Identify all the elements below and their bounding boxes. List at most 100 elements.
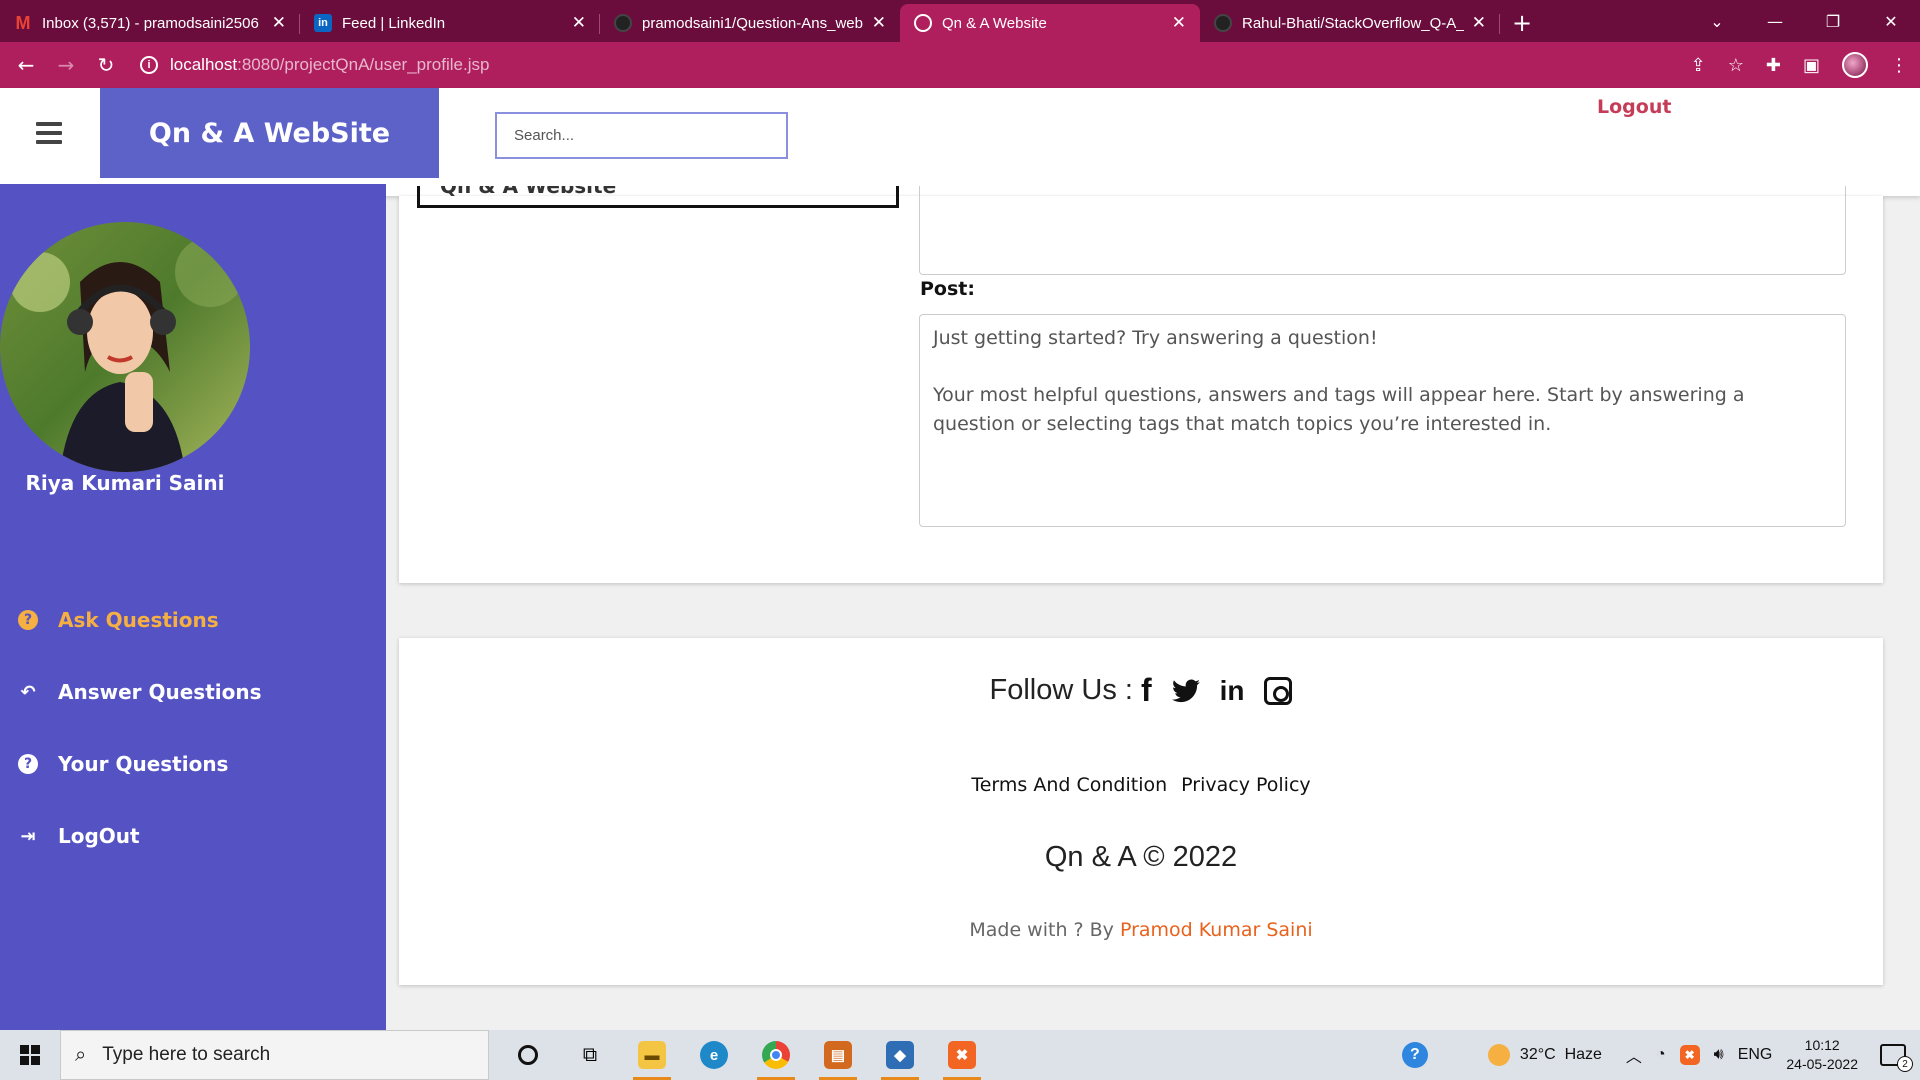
tab-title: Qn & A Website [942,14,1047,32]
close-icon[interactable]: ✕ [1472,13,1486,33]
site-footer: Follow Us : f in Terms And Condition Pri… [399,638,1883,985]
browser-tab[interactable]: in Feed | LinkedIn ✕ [300,4,600,42]
reply-icon: ↶ [20,681,36,703]
made-with-text: Made with ? By [969,919,1114,941]
user-avatar [0,222,250,472]
sidebar-item-label: LogOut [58,824,140,848]
url-path: :8080/projectQnA/user_profile.jsp [237,55,490,74]
close-icon[interactable]: ✕ [872,13,886,33]
extensions-icon[interactable]: ✚ [1766,55,1781,76]
start-button[interactable] [0,1030,60,1080]
linkedin-icon[interactable]: in [1220,675,1245,707]
window-controls: ⌄ — ❐ ✕ [1688,0,1920,42]
notification-count: 2 [1897,1056,1913,1072]
volume-icon[interactable]: 🔊︎ [1714,1046,1724,1064]
author-link[interactable]: Pramod Kumar Saini [1120,919,1313,941]
hamburger-menu-icon[interactable] [36,122,62,149]
weather-widget[interactable]: 32°C Haze [1487,1044,1602,1066]
file-explorer-icon[interactable]: ▬ [621,1030,683,1080]
xampp-tray-icon[interactable]: ✖ [1679,1045,1700,1065]
profile-avatar[interactable] [1842,52,1868,78]
windows-icon [20,1045,40,1065]
sidebar-item-ask-questions[interactable]: ? Ask Questions [0,584,386,656]
search-icon: ⌕ [75,1043,87,1066]
url-field[interactable]: i localhost:8080/projectQnA/user_profile… [140,55,489,75]
back-arrow-icon[interactable]: ← [6,53,46,77]
close-icon[interactable]: ✕ [1172,13,1186,33]
sidebar-item-label: Answer Questions [58,680,262,704]
sidebar-item-label: Ask Questions [58,608,219,632]
sidebar-item-your-questions[interactable]: ? Your Questions [0,728,386,800]
taskbar: ⌕ Type here to search ⧉ ▬ e ▤ ◆ ✖ ? 32°C… [0,1030,1920,1080]
browser-tab[interactable]: Rahul-Bhati/StackOverflow_Q-A_ ✕ [1200,4,1500,42]
forward-arrow-icon[interactable]: → [46,53,86,77]
post-text-body: Your most helpful questions, answers and… [933,384,1745,435]
tab-search-icon[interactable]: ⌄ [1688,0,1746,42]
browser-tab-bar: M Inbox (3,571) - pramodsaini2506 ✕ in F… [0,0,1920,42]
made-with: Made with ? By Pramod Kumar Saini [399,919,1883,941]
close-icon[interactable]: ✕ [272,13,286,33]
sign-out-icon: ⇥ [20,825,36,847]
tab-title: Inbox (3,571) - pramodsaini2506 [42,14,259,32]
chrome-icon[interactable] [745,1030,807,1080]
xampp-icon[interactable]: ✖ [931,1030,993,1080]
instagram-icon[interactable] [1264,676,1293,705]
cortana-icon[interactable] [497,1030,559,1080]
site-brand[interactable]: Qn & A WebSite [100,88,439,178]
gmail-icon: M [15,12,31,33]
language-indicator[interactable]: ENG [1738,1046,1773,1064]
reload-icon[interactable]: ↻ [86,53,126,77]
browser-tab-active[interactable]: Qn & A Website ✕ [900,4,1200,42]
network-icon[interactable]: ◔ [1656,1046,1666,1064]
taskbar-apps: ⧉ ▬ e ▤ ◆ ✖ [497,1030,993,1080]
browser-tab[interactable]: pramodsaini1/Question-Ans_web ✕ [600,4,900,42]
github-icon [1214,14,1232,32]
share-icon[interactable]: ⇪ [1691,55,1706,76]
copyright: Qn & A © 2022 [1044,841,1238,873]
system-tray: ? 32°C Haze ︿ ◔ ✖ 🔊︎ ENG 10:12 24-05-202… [1401,1030,1920,1080]
site-title-box: Qn & A Website [417,186,899,208]
notepad-icon[interactable]: ▤ [807,1030,869,1080]
restore-icon[interactable]: ❐ [1804,0,1862,42]
follow-us-label: Follow Us : [989,674,1133,706]
virtualbox-icon[interactable]: ◆ [869,1030,931,1080]
bookmark-star-icon[interactable]: ☆ [1728,55,1744,76]
notifications-icon[interactable]: 2 [1880,1044,1913,1072]
post-text-area[interactable]: Just getting started? Try answering a qu… [919,314,1846,527]
footer-links: Terms And Condition Privacy Policy [399,774,1883,796]
search-input[interactable] [495,112,788,159]
new-tab-button[interactable]: + [1512,4,1532,42]
clock[interactable]: 10:12 24-05-2022 [1786,1036,1858,1074]
edge-icon[interactable]: e [683,1030,745,1080]
previous-text-area[interactable] [919,186,1846,275]
address-bar: ← → ↻ i localhost:8080/projectQnA/user_p… [0,42,1920,88]
sidebar-item-label: Your Questions [58,752,229,776]
facebook-icon[interactable]: f [1141,672,1152,709]
close-icon[interactable]: ✕ [572,13,586,33]
chevron-up-icon[interactable]: ︿ [1626,1043,1642,1067]
privacy-link[interactable]: Privacy Policy [1181,774,1310,796]
terms-link[interactable]: Terms And Condition [971,774,1167,796]
minimize-icon[interactable]: — [1746,0,1804,42]
help-icon[interactable]: ? [1401,1042,1428,1068]
follow-us: Follow Us : f in [399,672,1883,709]
time: 10:12 [1804,1037,1840,1053]
date: 24-05-2022 [1786,1056,1858,1072]
side-panel-icon[interactable]: ▣ [1803,55,1820,76]
twitter-icon[interactable] [1171,678,1200,703]
site-header: Qn & A WebSite Logout [0,88,1920,196]
browser-tab[interactable]: M Inbox (3,571) - pramodsaini2506 ✕ [0,4,300,42]
window-close-icon[interactable]: ✕ [1862,0,1920,42]
site-title-text: Qn & A Website [440,186,617,198]
site-info-icon[interactable]: i [140,56,158,74]
taskbar-search[interactable]: ⌕ Type here to search [60,1030,489,1080]
task-view-icon[interactable]: ⧉ [559,1030,621,1080]
sidebar-item-logout[interactable]: ⇥ LogOut [0,800,386,872]
logout-link[interactable]: Logout [1597,96,1671,118]
sidebar-menu: ? Ask Questions ↶ Answer Questions ? You… [0,584,386,872]
post-label: Post: [920,278,975,300]
browser-menu-icon[interactable]: ⋮ [1890,55,1908,76]
url-host: localhost [170,55,238,74]
tab-title: Feed | LinkedIn [342,14,446,32]
sidebar-item-answer-questions[interactable]: ↶ Answer Questions [0,656,386,728]
